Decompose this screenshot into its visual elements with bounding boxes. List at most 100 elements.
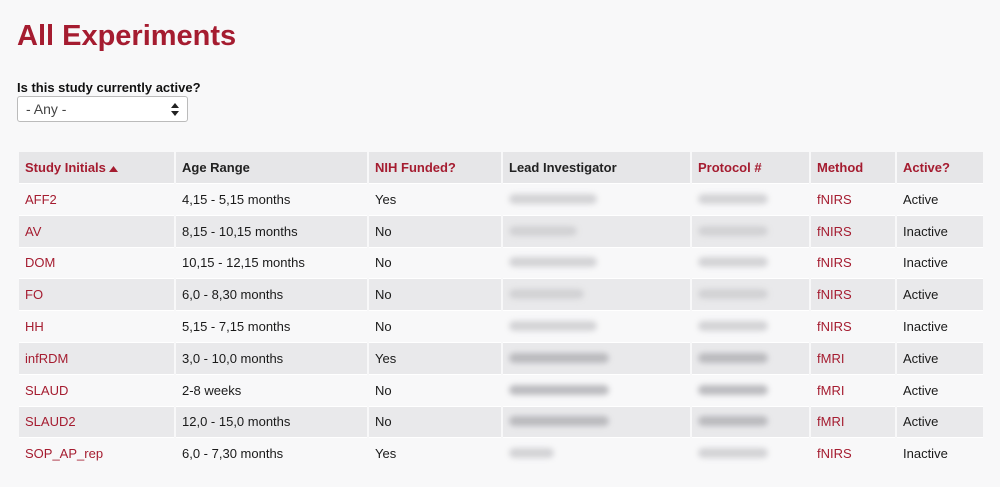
cell-age-range: 12,0 - 15,0 months: [176, 405, 367, 438]
cell-nih-funded: No: [369, 310, 501, 342]
table-row: FO 6,0 - 8,30 months No fNIRS Active: [19, 278, 983, 311]
cell-active: Active: [897, 278, 983, 311]
method-link[interactable]: fMRI: [817, 383, 844, 398]
method-link[interactable]: fNIRS: [817, 192, 852, 207]
cell-lead-investigator: [503, 310, 690, 342]
redacted-protocol: [698, 257, 768, 268]
cell-age-range: 8,15 - 10,15 months: [176, 214, 367, 247]
cell-nih-funded: No: [369, 373, 501, 406]
cell-protocol: [692, 278, 809, 311]
redacted-protocol: [698, 416, 768, 427]
cell-age-range: 6,0 - 8,30 months: [176, 278, 367, 311]
cell-study-initials[interactable]: SLAUD2: [19, 405, 174, 438]
experiments-table: Study Initials Age Range NIH Funded? Lea…: [17, 152, 985, 470]
header-study-initials[interactable]: Study Initials: [19, 152, 174, 183]
select-arrows-icon: [171, 103, 179, 116]
header-study-initials-label: Study Initials: [25, 160, 106, 175]
cell-active: Active: [897, 373, 983, 406]
header-protocol[interactable]: Protocol #: [692, 152, 809, 183]
cell-study-initials[interactable]: AFF2: [19, 183, 174, 215]
study-link[interactable]: SOP_AP_rep: [25, 446, 103, 461]
method-link[interactable]: fNIRS: [817, 319, 852, 334]
header-lead-investigator: Lead Investigator: [503, 152, 690, 183]
sort-ascending-icon: [108, 165, 118, 172]
method-link[interactable]: fNIRS: [817, 224, 852, 239]
redacted-protocol: [698, 225, 768, 236]
redacted-investigator: [509, 448, 554, 459]
cell-protocol: [692, 341, 809, 374]
table-row: SOP_AP_rep 6,0 - 7,30 months Yes fNIRS Inact…: [19, 437, 983, 470]
redacted-protocol: [698, 352, 768, 363]
cell-nih-funded: No: [369, 246, 501, 279]
table-row: SLAUD 2-8 weeks No fMRI Active: [19, 373, 983, 406]
active-filter-label: Is this study currently active?: [17, 80, 201, 95]
cell-method[interactable]: fMRI: [811, 405, 895, 438]
cell-lead-investigator: [503, 437, 690, 470]
study-link[interactable]: HH: [25, 319, 44, 334]
cell-study-initials[interactable]: FO: [19, 278, 174, 311]
cell-method[interactable]: fNIRS: [811, 214, 895, 247]
method-link[interactable]: fMRI: [817, 351, 844, 366]
study-link[interactable]: SLAUD2: [25, 414, 76, 429]
redacted-investigator: [509, 416, 609, 427]
cell-method[interactable]: fMRI: [811, 373, 895, 406]
cell-method[interactable]: fNIRS: [811, 278, 895, 311]
study-link[interactable]: AV: [25, 224, 41, 239]
method-link[interactable]: fNIRS: [817, 255, 852, 270]
cell-lead-investigator: [503, 405, 690, 438]
method-link[interactable]: fNIRS: [817, 446, 852, 461]
study-link[interactable]: DOM: [25, 255, 55, 270]
active-filter-select[interactable]: - Any -: [17, 96, 188, 122]
redacted-investigator: [509, 289, 584, 300]
cell-active: Inactive: [897, 246, 983, 279]
cell-method[interactable]: fNIRS: [811, 310, 895, 342]
cell-lead-investigator: [503, 214, 690, 247]
study-link[interactable]: infRDM: [25, 351, 68, 366]
redacted-investigator: [509, 225, 577, 236]
table-header-row: Study Initials Age Range NIH Funded? Lea…: [19, 152, 983, 183]
cell-method[interactable]: fNIRS: [811, 246, 895, 279]
cell-active: Active: [897, 405, 983, 438]
header-active[interactable]: Active?: [897, 152, 983, 183]
cell-study-initials[interactable]: infRDM: [19, 341, 174, 374]
cell-lead-investigator: [503, 246, 690, 279]
method-link[interactable]: fMRI: [817, 414, 844, 429]
redacted-protocol: [698, 289, 768, 300]
cell-study-initials[interactable]: SLAUD: [19, 373, 174, 406]
table-row: HH 5,15 - 7,15 months No fNIRS Inactive: [19, 310, 983, 342]
cell-method[interactable]: fNIRS: [811, 437, 895, 470]
cell-method[interactable]: fNIRS: [811, 183, 895, 215]
cell-active: Active: [897, 341, 983, 374]
cell-study-initials[interactable]: SOP_AP_rep: [19, 437, 174, 470]
cell-nih-funded: No: [369, 278, 501, 311]
cell-study-initials[interactable]: HH: [19, 310, 174, 342]
cell-method[interactable]: fMRI: [811, 341, 895, 374]
cell-age-range: 2-8 weeks: [176, 373, 367, 406]
header-method[interactable]: Method: [811, 152, 895, 183]
redacted-protocol: [698, 384, 768, 395]
cell-age-range: 10,15 - 12,15 months: [176, 246, 367, 279]
study-link[interactable]: SLAUD: [25, 383, 68, 398]
redacted-investigator: [509, 321, 597, 332]
active-filter-value: - Any -: [26, 101, 67, 117]
cell-protocol: [692, 310, 809, 342]
cell-protocol: [692, 405, 809, 438]
cell-nih-funded: Yes: [369, 183, 501, 215]
study-link[interactable]: FO: [25, 287, 43, 302]
cell-active: Inactive: [897, 437, 983, 470]
cell-age-range: 6,0 - 7,30 months: [176, 437, 367, 470]
table-row: AFF2 4,15 - 5,15 months Yes fNIRS Active: [19, 183, 983, 215]
redacted-investigator: [509, 257, 597, 268]
method-link[interactable]: fNIRS: [817, 287, 852, 302]
cell-study-initials[interactable]: AV: [19, 214, 174, 247]
redacted-investigator: [509, 352, 609, 363]
header-nih-funded[interactable]: NIH Funded?: [369, 152, 501, 183]
cell-study-initials[interactable]: DOM: [19, 246, 174, 279]
table-row: infRDM 3,0 - 10,0 months Yes fMRI Active: [19, 341, 983, 374]
cell-lead-investigator: [503, 373, 690, 406]
cell-protocol: [692, 183, 809, 215]
page-title: All Experiments: [17, 20, 237, 52]
study-link[interactable]: AFF2: [25, 192, 57, 207]
cell-nih-funded: Yes: [369, 341, 501, 374]
header-age-range: Age Range: [176, 152, 367, 183]
